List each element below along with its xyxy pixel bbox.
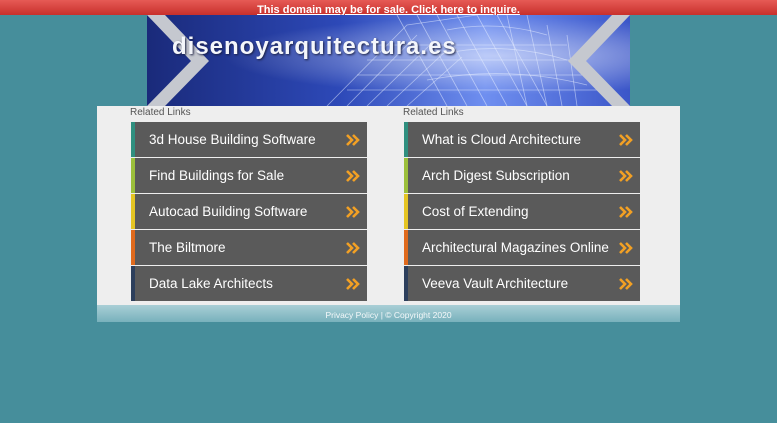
related-link-label: What is Cloud Architecture [422, 132, 582, 147]
accent-stripe [404, 230, 408, 265]
related-link[interactable]: Find Buildings for Sale [131, 158, 367, 193]
accent-stripe [404, 194, 408, 229]
related-link[interactable]: Architectural Magazines Online [404, 230, 640, 265]
double-chevron-right-icon [619, 170, 633, 182]
double-chevron-right-icon [346, 206, 360, 218]
column-heading: Related Links [403, 107, 464, 118]
accent-stripe [404, 122, 408, 157]
related-link[interactable]: Autocad Building Software [131, 194, 367, 229]
double-chevron-right-icon [346, 170, 360, 182]
accent-stripe [131, 266, 135, 301]
sale-notice-bar: This domain may be for sale. Click here … [0, 0, 777, 16]
double-chevron-right-icon [619, 134, 633, 146]
related-link[interactable]: What is Cloud Architecture [404, 122, 640, 157]
double-chevron-right-icon [346, 134, 360, 146]
related-link-label: Data Lake Architects [149, 276, 273, 291]
column-heading: Related Links [130, 107, 191, 118]
related-link-label: 3d House Building Software [149, 132, 316, 147]
double-chevron-right-icon [346, 242, 360, 254]
related-link-label: Autocad Building Software [149, 204, 308, 219]
related-link[interactable]: Veeva Vault Architecture [404, 266, 640, 301]
double-chevron-right-icon [619, 242, 633, 254]
footer-text[interactable]: Privacy Policy | © Copyright 2020 [325, 310, 451, 320]
related-links-column-left: Related Links 3d House Building Software… [130, 106, 367, 302]
accent-stripe [131, 194, 135, 229]
double-chevron-right-icon [619, 206, 633, 218]
related-link-label: Cost of Extending [422, 204, 529, 219]
accent-stripe [404, 158, 408, 193]
related-link[interactable]: Data Lake Architects [131, 266, 367, 301]
related-links-panel: Related Links 3d House Building Software… [97, 106, 680, 305]
related-link-label: Architectural Magazines Online [422, 240, 609, 255]
accent-stripe [131, 158, 135, 193]
related-link[interactable]: 3d House Building Software [131, 122, 367, 157]
header-banner: disenoyarquitectura.es [147, 15, 630, 106]
accent-stripe [404, 266, 408, 301]
related-link-label: Arch Digest Subscription [422, 168, 570, 183]
related-link-label: Veeva Vault Architecture [422, 276, 569, 291]
double-chevron-right-icon [346, 278, 360, 290]
accent-stripe [131, 230, 135, 265]
right-chevron-decoration [568, 15, 630, 106]
accent-stripe [131, 122, 135, 157]
footer-bar: Privacy Policy | © Copyright 2020 [97, 305, 680, 322]
related-links-column-right: Related Links What is Cloud Architecture… [403, 106, 640, 302]
related-link[interactable]: Arch Digest Subscription [404, 158, 640, 193]
double-chevron-right-icon [619, 278, 633, 290]
related-link[interactable]: Cost of Extending [404, 194, 640, 229]
related-link-label: The Biltmore [149, 240, 226, 255]
site-title: disenoyarquitectura.es [172, 33, 457, 60]
related-link-label: Find Buildings for Sale [149, 168, 285, 183]
related-link[interactable]: The Biltmore [131, 230, 367, 265]
